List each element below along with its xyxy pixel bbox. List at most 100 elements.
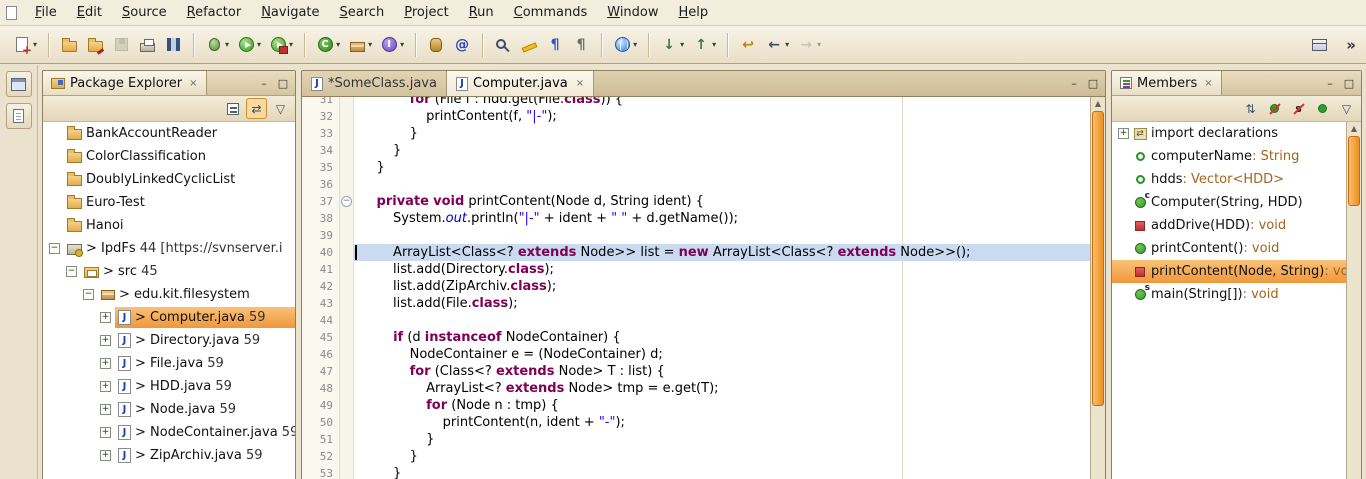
tree-item[interactable]: DoublyLinkedCyclicList (43, 168, 295, 191)
format-button[interactable]: ¶ (568, 31, 594, 58)
expand-icon[interactable]: + (100, 427, 111, 438)
menu-item-navigate[interactable]: Navigate (251, 2, 329, 23)
member-item[interactable]: smain(String[]) : void (1112, 283, 1346, 306)
hide-non-public-button[interactable] (1312, 98, 1333, 119)
code-line[interactable]: for (Class<? extends Node> T : list) { (354, 363, 1090, 380)
link-with-editor-button[interactable]: ⇄ (246, 98, 267, 119)
menu-item-source[interactable]: Source (112, 2, 177, 23)
tree-item[interactable]: +J> ZipArchiv.java 59 (43, 444, 295, 467)
dropdown-arrow-icon[interactable]: ▾ (257, 40, 261, 49)
code-line[interactable]: } (354, 159, 1090, 176)
code-line-current[interactable]: ArrayList<Class<? extends Node>> list = … (354, 244, 1090, 261)
back-button[interactable]: ←▾ (761, 31, 793, 58)
dropdown-arrow-icon[interactable]: ▾ (400, 40, 404, 49)
dropdown-arrow-icon[interactable]: ▾ (785, 40, 789, 49)
code-line[interactable] (354, 312, 1090, 329)
external-tools-button[interactable]: ▾ (265, 31, 297, 58)
new-interface-button[interactable]: I▾ (376, 31, 408, 58)
menu-item-window[interactable]: Window (597, 2, 668, 23)
code-line[interactable]: System.out.println("|-" + ident + " " + … (354, 210, 1090, 227)
menu-item-commands[interactable]: Commands (504, 2, 598, 23)
tree-item[interactable]: Euro-Test (43, 191, 295, 214)
tree-item[interactable]: ColorClassification (43, 145, 295, 168)
code-line[interactable] (354, 176, 1090, 193)
tree-item[interactable]: +J> NodeContainer.java 59 (43, 421, 295, 444)
tree-item[interactable]: +J> File.java 59 (43, 352, 295, 375)
member-item[interactable]: addDrive(HDD) : void (1112, 214, 1346, 237)
minimize-editor-button[interactable]: – (1066, 76, 1082, 92)
expand-icon[interactable]: + (100, 381, 111, 392)
member-item[interactable]: hdds : Vector<HDD> (1112, 168, 1346, 191)
build-button[interactable] (160, 31, 186, 58)
jar-export-button[interactable] (423, 31, 449, 58)
member-item[interactable]: cComputer(String, HDD) (1112, 191, 1346, 214)
code-line[interactable] (354, 227, 1090, 244)
new-class-button[interactable]: C▾ (312, 31, 344, 58)
dropdown-arrow-icon[interactable]: ▾ (633, 40, 637, 49)
member-item[interactable]: computerName : String (1112, 145, 1346, 168)
code-line[interactable]: list.add(Directory.class); (354, 261, 1090, 278)
expand-icon[interactable]: + (100, 335, 111, 346)
next-annotation-button[interactable]: ↓▾ (656, 31, 688, 58)
scroll-up-icon[interactable]: ▲ (1347, 122, 1361, 135)
search-button[interactable] (490, 31, 516, 58)
tree-item[interactable]: −> edu.kit.filesystem (43, 283, 295, 306)
code-line[interactable]: } (354, 142, 1090, 159)
menu-item-edit[interactable]: Edit (67, 2, 112, 23)
previous-annotation-button[interactable]: ↑▾ (688, 31, 720, 58)
new-wizard-button[interactable]: ▾ (9, 31, 41, 58)
code-line[interactable]: for (File f : hdd.get(File.class)) { (354, 97, 1090, 108)
tree-item[interactable]: −> IpdFs 44 [https://svnserver.i (43, 237, 295, 260)
menu-item-help[interactable]: Help (669, 2, 719, 23)
collapse-icon[interactable]: − (66, 266, 77, 277)
code-line[interactable]: list.add(ZipArchiv.class); (354, 278, 1090, 295)
code-line[interactable]: for (Node n : tmp) { (354, 397, 1090, 414)
code-line[interactable]: ArrayList<? extends Node> tmp = e.get(T)… (354, 380, 1090, 397)
editor-scrollbar[interactable]: ▲ ▼ (1090, 97, 1105, 479)
tree-item[interactable]: −> src 45 (43, 260, 295, 283)
tree-item[interactable]: BankAccountReader (43, 122, 295, 145)
expand-icon[interactable]: + (100, 404, 111, 415)
code-area[interactable]: for (File f : hdd.get(File.class)) { pri… (354, 97, 1090, 479)
maximize-editor-button[interactable]: □ (1085, 76, 1101, 92)
pin-editor-button[interactable] (1306, 31, 1332, 58)
open-folder-button[interactable] (56, 31, 82, 58)
dropdown-arrow-icon[interactable]: ▾ (33, 40, 37, 49)
expand-icon[interactable]: + (1118, 128, 1129, 139)
dropdown-arrow-icon[interactable]: ▾ (680, 40, 684, 49)
member-item[interactable]: +⇄import declarations (1112, 122, 1346, 145)
members-scrollbar[interactable]: ▲ (1346, 122, 1361, 479)
new-package-button[interactable]: ▾ (344, 31, 376, 58)
code-line[interactable]: NodeContainer e = (NodeContainer) d; (354, 346, 1090, 363)
restore-minimized-view-button[interactable] (6, 71, 32, 97)
close-tab-icon[interactable]: × (576, 78, 584, 89)
view-menu-button[interactable]: ▽ (270, 98, 291, 119)
expand-icon[interactable]: + (100, 312, 111, 323)
code-line[interactable]: private void printContent(Node d, String… (354, 193, 1090, 210)
menu-item-search[interactable]: Search (330, 2, 395, 23)
tree-item[interactable]: +J> Node.java 59 (43, 398, 295, 421)
menu-item-project[interactable]: Project (394, 2, 459, 23)
tree-item[interactable]: Hanoi (43, 214, 295, 237)
print-button[interactable] (134, 31, 160, 58)
minimize-view-button[interactable]: – (256, 75, 272, 91)
fold-collapse-icon[interactable]: − (341, 196, 352, 207)
dropdown-arrow-icon[interactable]: ▾ (368, 40, 372, 49)
dropdown-arrow-icon[interactable]: ▾ (712, 40, 716, 49)
web-browser-button[interactable]: ▾ (609, 31, 641, 58)
menu-item-run[interactable]: Run (459, 2, 504, 23)
tree-item[interactable]: +J> Directory.java 59 (43, 329, 295, 352)
view-menu-button[interactable]: ▽ (1336, 98, 1357, 119)
editor-shortcut-button[interactable] (6, 103, 32, 129)
expand-icon[interactable]: + (100, 450, 111, 461)
editor-tab-someclassjava[interactable]: J*SomeClass.java (302, 71, 447, 96)
tree-item[interactable]: +J> HDD.java 59 (43, 375, 295, 398)
mark-occurrences-button[interactable] (516, 31, 542, 58)
toolbar-overflow-chevron[interactable]: » (1342, 36, 1360, 54)
collapse-all-button[interactable] (222, 98, 243, 119)
code-line[interactable]: } (354, 465, 1090, 479)
last-edit-location-button[interactable]: ↩ (735, 31, 761, 58)
maximize-view-button[interactable]: □ (1341, 75, 1357, 91)
member-item[interactable]: printContent() : void (1112, 237, 1346, 260)
hide-static-button[interactable]: s (1288, 98, 1309, 119)
